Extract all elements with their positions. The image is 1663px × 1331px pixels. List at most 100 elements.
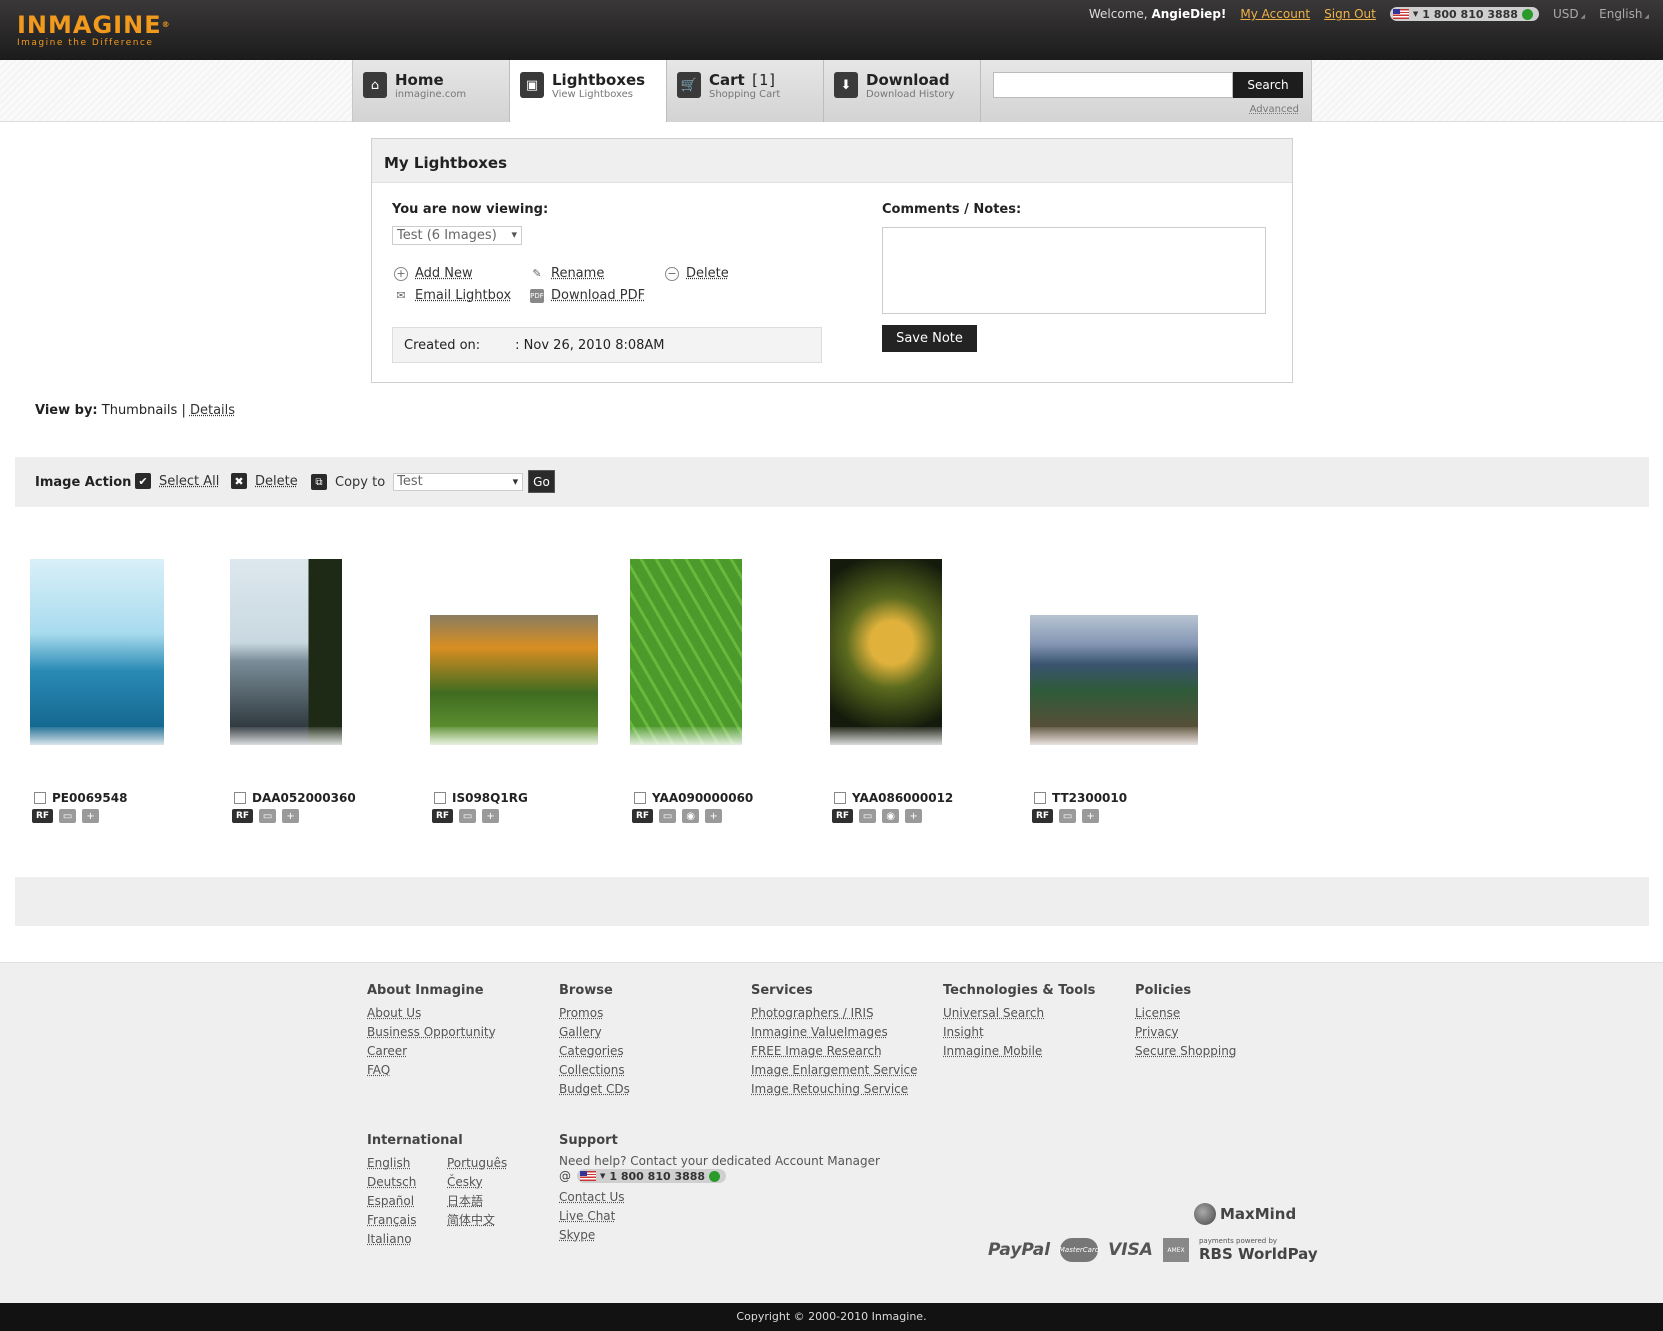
currency-selector[interactable]: USD — [1553, 7, 1585, 21]
lightbox-select[interactable]: Test (6 Images) — [392, 226, 522, 245]
select-all-link[interactable]: Select All — [159, 474, 219, 489]
image-checkbox[interactable] — [1034, 792, 1046, 804]
footer-link[interactable]: Image Retouching Service — [751, 1080, 918, 1099]
add-icon[interactable]: + — [282, 809, 300, 823]
thumbnail-water[interactable] — [30, 559, 164, 745]
rename-link[interactable]: Rename — [551, 266, 604, 281]
footer-link[interactable]: FAQ — [367, 1061, 496, 1080]
footer-link[interactable]: About Us — [367, 1004, 496, 1023]
my-account-link[interactable]: My Account — [1240, 7, 1310, 21]
add-icon[interactable]: + — [482, 809, 500, 823]
go-button[interactable]: Go — [528, 470, 555, 493]
image-tools-5: RF ▭ + — [1032, 809, 1100, 823]
thumbnail-leaf[interactable] — [630, 559, 742, 745]
notes-textarea[interactable] — [882, 227, 1266, 314]
footer-link[interactable]: License — [1135, 1004, 1236, 1023]
language-link[interactable]: 日本語 — [447, 1192, 527, 1211]
search-button[interactable]: Search — [1233, 72, 1303, 98]
footer-link[interactable]: Promos — [559, 1004, 630, 1023]
zoom-icon[interactable]: ◉ — [682, 809, 700, 823]
tab-download[interactable]: ⬇ Download Download History — [824, 60, 981, 122]
footer-link[interactable]: Career — [367, 1042, 496, 1061]
comment-icon[interactable]: ▭ — [259, 809, 277, 823]
language-link[interactable]: Italiano — [367, 1230, 447, 1249]
comment-icon[interactable]: ▭ — [1059, 809, 1077, 823]
select-all-action[interactable]: ✔ Select All — [135, 473, 219, 489]
footer-link[interactable]: Image Enlargement Service — [751, 1061, 918, 1080]
add-icon[interactable]: + — [705, 809, 723, 823]
footer-link[interactable]: Privacy — [1135, 1023, 1236, 1042]
add-icon[interactable]: + — [82, 809, 100, 823]
footer-link[interactable]: Inmagine ValueImages — [751, 1023, 918, 1042]
skype-link[interactable]: Skype — [559, 1226, 899, 1245]
rf-badge: RF — [432, 809, 454, 823]
search-input[interactable] — [993, 72, 1233, 98]
delete-lightbox-link[interactable]: Delete — [686, 266, 729, 281]
delete-images-link[interactable]: Delete — [255, 474, 298, 489]
image-checkbox[interactable] — [234, 792, 246, 804]
image-checkbox[interactable] — [34, 792, 46, 804]
thumbnail-lake[interactable] — [230, 559, 342, 745]
image-checkbox[interactable] — [434, 792, 446, 804]
footer-link[interactable]: FREE Image Research — [751, 1042, 918, 1061]
download-pdf-link[interactable]: Download PDF — [551, 288, 645, 303]
footer-link[interactable]: Business Opportunity — [367, 1023, 496, 1042]
advanced-search-link[interactable]: Advanced — [1250, 104, 1299, 115]
footer-link[interactable]: Insight — [943, 1023, 1095, 1042]
footer-link[interactable]: Universal Search — [943, 1004, 1095, 1023]
zoom-icon[interactable]: ◉ — [882, 809, 900, 823]
support-phone-selector[interactable]: ▼ 1 800 810 3888 — [577, 1169, 727, 1183]
language-link[interactable]: Português — [447, 1154, 527, 1173]
email-action[interactable]: ✉ Email Lightbox — [394, 288, 511, 303]
comment-icon[interactable]: ▭ — [459, 809, 477, 823]
comment-icon[interactable]: ▭ — [59, 809, 77, 823]
comment-icon[interactable]: ▭ — [659, 809, 677, 823]
visa-logo: VISA — [1108, 1240, 1153, 1260]
footer-link[interactable]: Collections — [559, 1061, 630, 1080]
tab-cart[interactable]: 🛒 Cart [1] Shopping Cart — [667, 60, 824, 122]
comment-icon[interactable]: ▭ — [859, 809, 877, 823]
image-checkbox[interactable] — [834, 792, 846, 804]
email-lightbox-link[interactable]: Email Lightbox — [415, 288, 511, 303]
add-icon[interactable]: + — [1082, 809, 1100, 823]
language-link[interactable]: English — [367, 1154, 447, 1173]
delete-images-action[interactable]: ✖ Delete — [231, 473, 298, 489]
view-details-link[interactable]: Details — [190, 403, 235, 418]
download-pdf-action[interactable]: PDF Download PDF — [530, 288, 645, 303]
add-new-action[interactable]: + Add New — [394, 266, 473, 281]
live-chat-link[interactable]: Live Chat — [559, 1207, 899, 1226]
thumbnail-berries[interactable] — [830, 559, 942, 745]
sign-out-link[interactable]: Sign Out — [1324, 7, 1376, 21]
language-link[interactable]: 简体中文 — [447, 1211, 527, 1230]
footer-link[interactable]: Photographers / IRIS — [751, 1004, 918, 1023]
language-selector[interactable]: English — [1599, 7, 1649, 21]
created-label: Created on: — [404, 337, 481, 353]
footer-link[interactable]: Inmagine Mobile — [943, 1042, 1095, 1061]
thumbnail-mountains[interactable] — [1030, 615, 1198, 745]
contact-us-link[interactable]: Contact Us — [559, 1188, 899, 1207]
pencil-icon: ✎ — [532, 267, 542, 280]
footer-link[interactable]: Categories — [559, 1042, 630, 1061]
rename-action[interactable]: ✎ Rename — [530, 266, 604, 281]
add-new-link[interactable]: Add New — [415, 266, 473, 281]
save-note-button[interactable]: Save Note — [882, 325, 977, 352]
language-link[interactable]: Česky — [447, 1173, 527, 1192]
checkmark-icon: ✔ — [135, 473, 151, 489]
phone-selector[interactable]: ▼ 1 800 810 3888 — [1389, 7, 1539, 21]
reflection — [430, 727, 598, 745]
delete-action[interactable]: − Delete — [665, 266, 729, 281]
tab-lightboxes[interactable]: ▣ Lightboxes View Lightboxes — [510, 60, 667, 122]
footer-link[interactable]: Gallery — [559, 1023, 630, 1042]
copy-to-select[interactable]: Test — [393, 473, 524, 491]
tab-home[interactable]: ⌂ Home inmagine.com — [353, 60, 510, 122]
logo[interactable]: INMAGINE® Imagine the Difference — [17, 12, 171, 48]
language-link[interactable]: Français — [367, 1211, 447, 1230]
thumbnail-shoes-grass[interactable] — [430, 615, 598, 745]
footer-link[interactable]: Secure Shopping — [1135, 1042, 1236, 1061]
image-checkbox[interactable] — [634, 792, 646, 804]
language-link[interactable]: Español — [367, 1192, 447, 1211]
language-link[interactable]: Deutsch — [367, 1173, 447, 1192]
footer-link[interactable]: Budget CDs — [559, 1080, 630, 1099]
add-icon[interactable]: + — [905, 809, 923, 823]
image-item-3: YAA090000060 — [634, 791, 753, 805]
